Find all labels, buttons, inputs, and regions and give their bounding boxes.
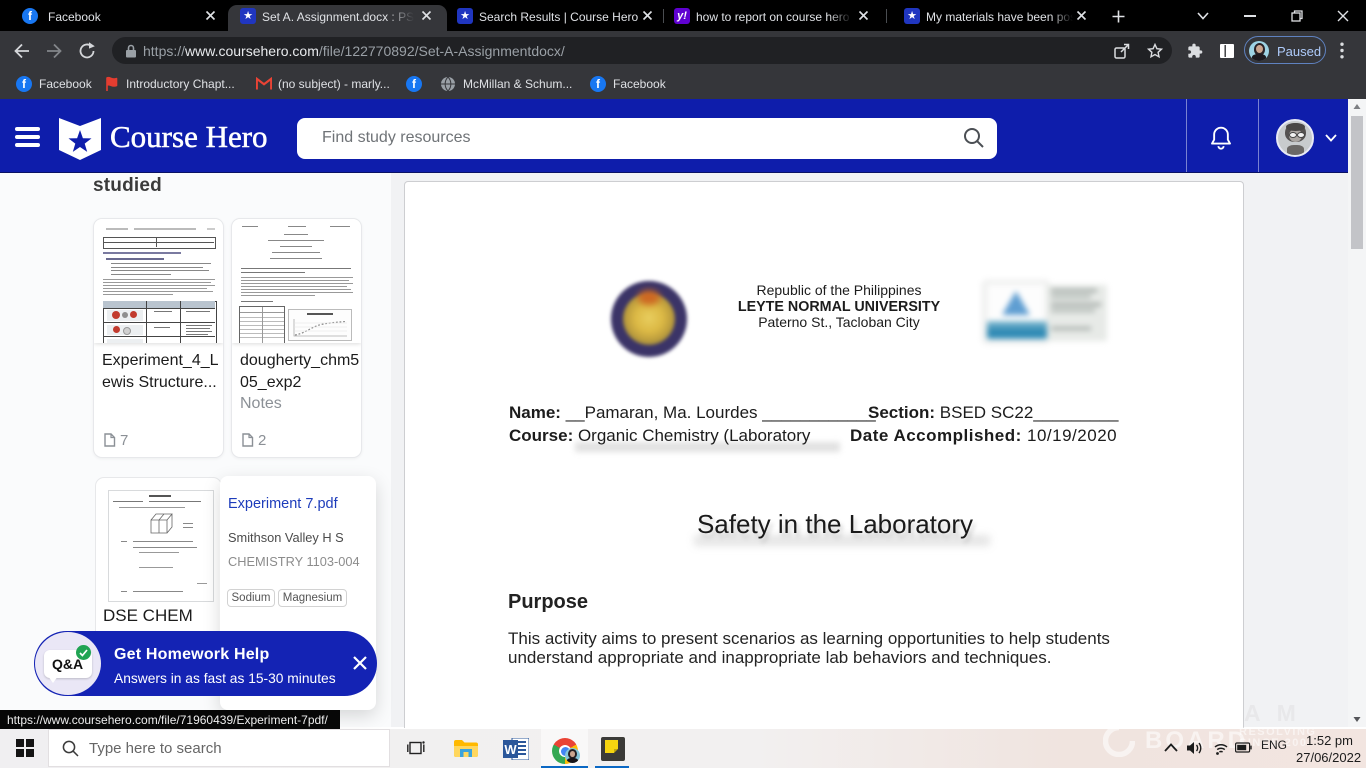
svg-text:W: W [504, 742, 517, 757]
